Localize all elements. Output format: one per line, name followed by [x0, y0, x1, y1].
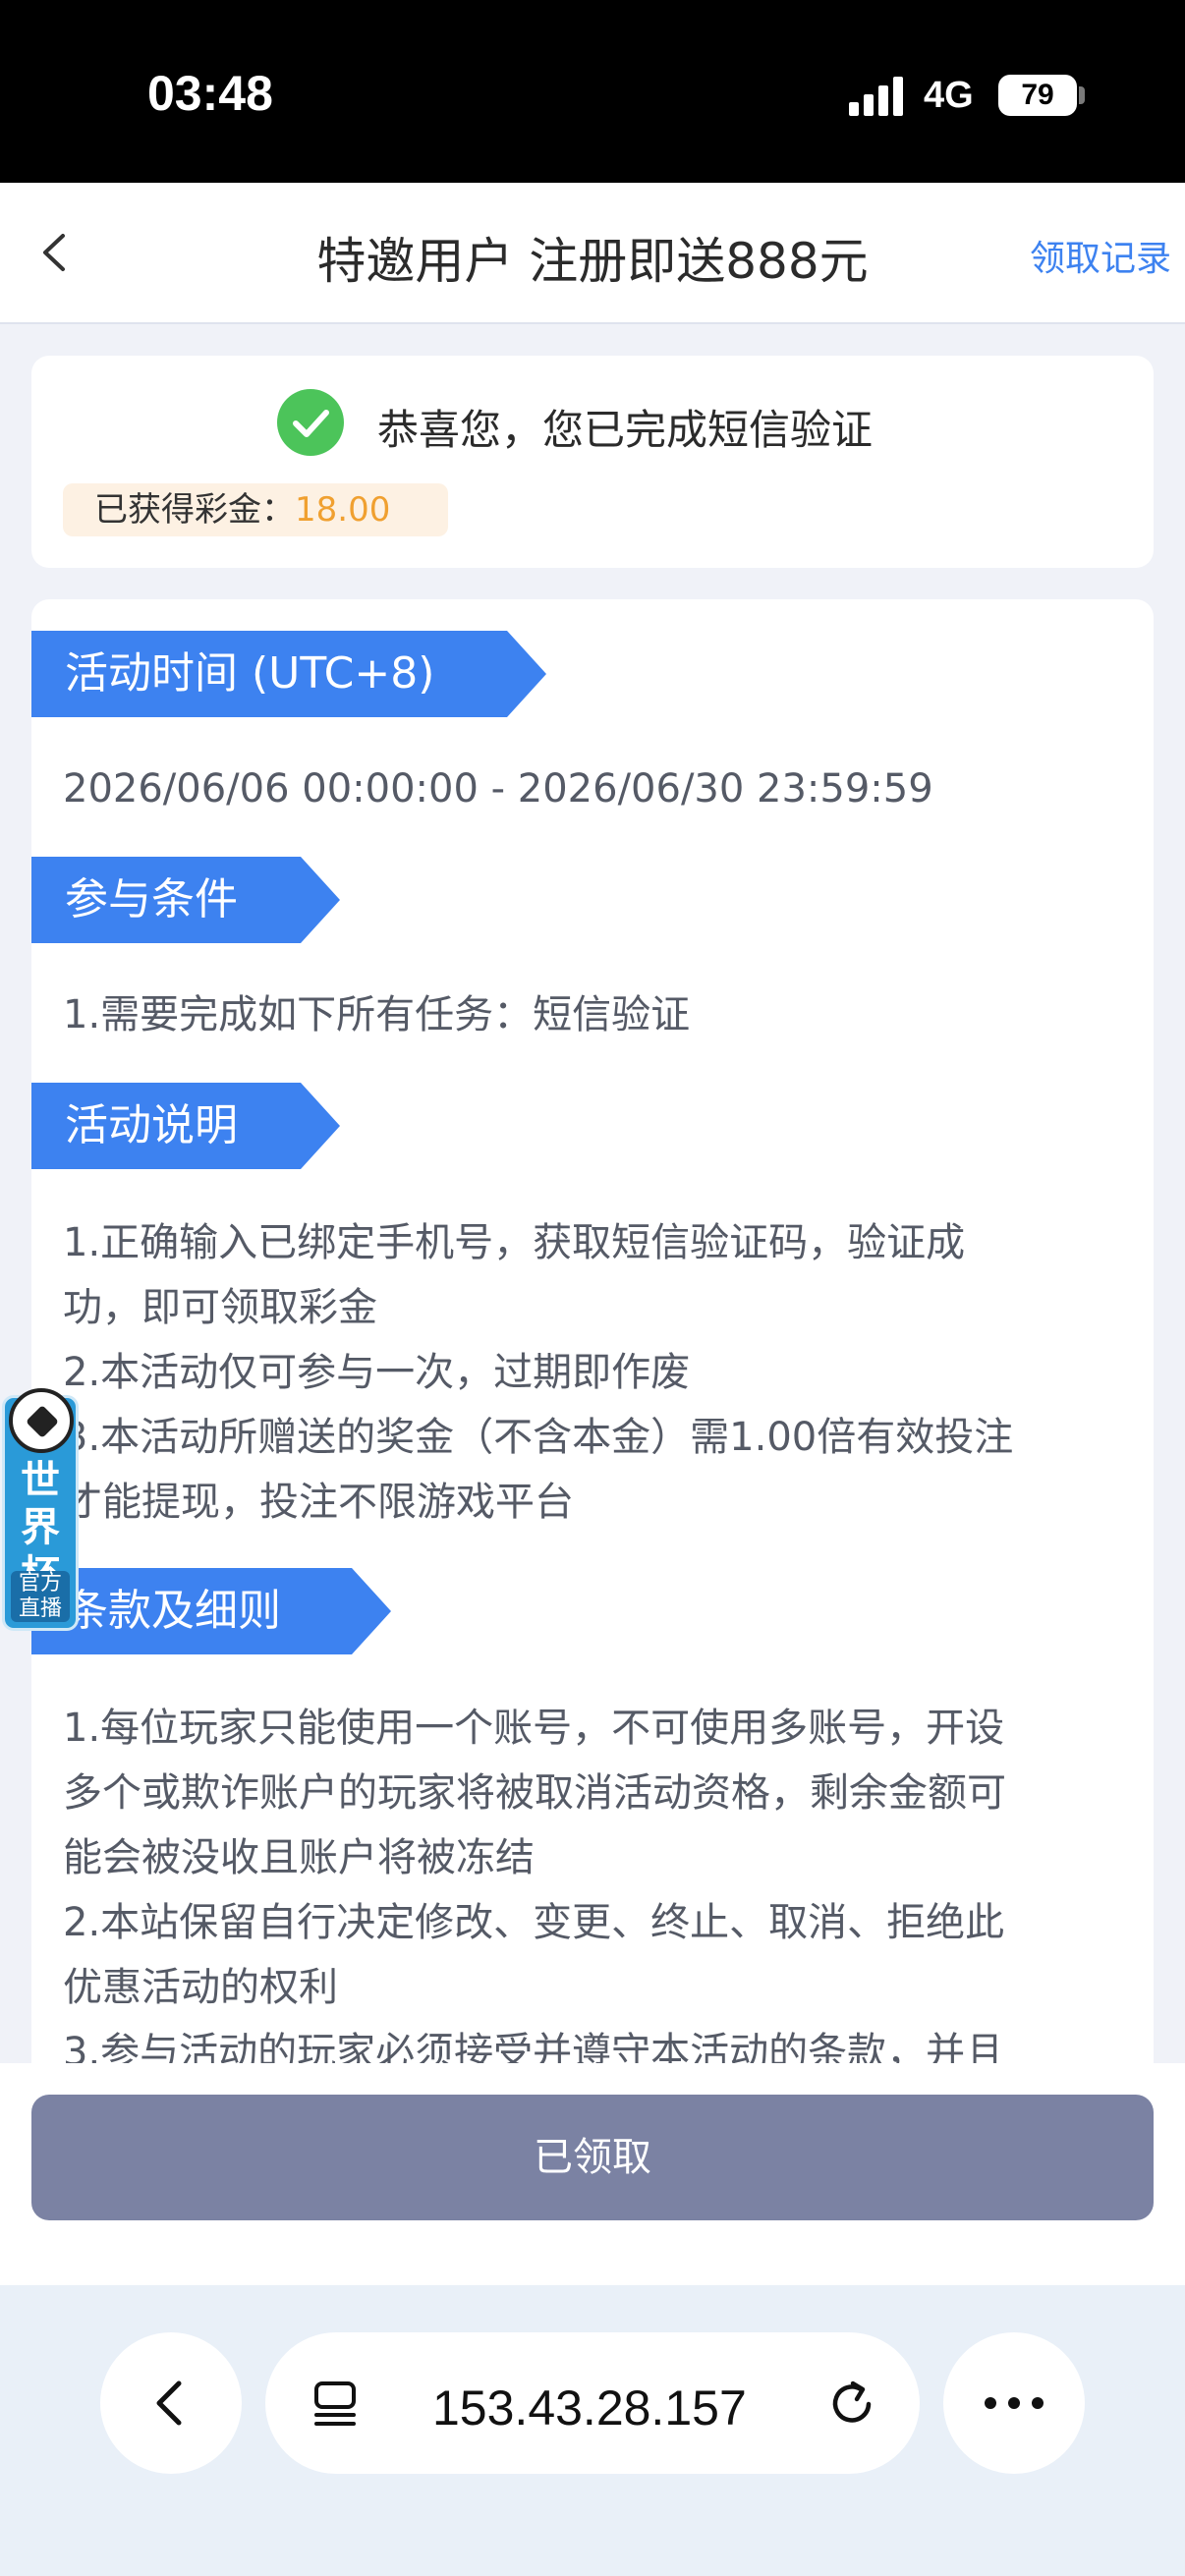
- status-time: 03:48: [147, 66, 273, 121]
- terms-line: 能会被没收且账户将被冻结: [63, 1835, 535, 1880]
- success-message: 恭喜您，您已完成短信验证: [377, 406, 874, 454]
- reload-icon[interactable]: [825, 2378, 878, 2431]
- description-text: 1.正确输入已绑定手机号，获取短信验证码，验证成 功，即可领取彩金 2.本活动仅…: [63, 1210, 1118, 1535]
- battery-icon: 79: [998, 75, 1077, 116]
- bonus-value: 18.00: [295, 490, 391, 530]
- network-type: 4G: [924, 75, 974, 116]
- tab-overview-icon[interactable]: [312, 2380, 362, 2429]
- page-title: 特邀用户 注册即送888元: [316, 233, 869, 290]
- description-line: 2.本活动仅可参与一次，过期即作废: [63, 1350, 691, 1395]
- section-tag-time: 活动时间 (UTC+8): [31, 631, 546, 717]
- description-line: 1.正确输入已绑定手机号，获取短信验证码，验证成: [63, 1220, 966, 1265]
- section-tag-terms: 条款及细则: [31, 1568, 391, 1654]
- claim-record-link[interactable]: 领取记录: [1030, 230, 1171, 281]
- status-bar: 03:48 4G 79: [0, 0, 1185, 183]
- claimed-button[interactable]: 已领取: [31, 2095, 1154, 2220]
- verification-success-card: 恭喜您，您已完成短信验证 已获得彩金：18.00: [31, 356, 1154, 568]
- terms-line: 优惠活动的权利: [63, 1965, 338, 2010]
- section-tag-conditions: 参与条件: [31, 857, 340, 943]
- soccer-ball-icon: [9, 1388, 74, 1453]
- more-dots-icon: [985, 2397, 1044, 2409]
- address-bar[interactable]: 153.43.28.157: [265, 2332, 920, 2474]
- bonus-label: 已获得彩金：: [94, 490, 295, 530]
- page-header: 特邀用户 注册即送888元 领取记录: [0, 183, 1185, 324]
- browser-toolbar: 153.43.28.157: [0, 2285, 1185, 2576]
- url-text[interactable]: 153.43.28.157: [432, 2380, 747, 2436]
- conditions-text: 1.需要完成如下所有任务：短信验证: [63, 992, 691, 1037]
- activity-info-card: 活动时间 (UTC+8) 2026/06/06 00:00:00 - 2026/…: [31, 599, 1154, 2073]
- world-cup-live-badge[interactable]: 世界杯 官方直播: [2, 1388, 79, 1631]
- battery-tip: [1079, 86, 1085, 104]
- signal-icon: [849, 77, 906, 116]
- claim-area: 已领取: [0, 2063, 1185, 2285]
- chevron-left-icon: [156, 2380, 182, 2426]
- world-cup-subtitle: 官方直播: [11, 1571, 70, 1622]
- terms-line: 2.本站保留自行决定修改、变更、终止、取消、拒绝此: [63, 1900, 1005, 1945]
- check-circle-icon: [277, 389, 344, 456]
- more-options-button[interactable]: [943, 2332, 1085, 2474]
- description-line: 功，即可领取彩金: [63, 1285, 377, 1330]
- description-line: 3.本活动所赠送的奖金（不含本金）需1.00倍有效投注: [63, 1415, 1014, 1460]
- terms-line: 多个或欺诈账户的玩家将被取消活动资格，剩余金额可: [63, 1770, 1006, 1816]
- section-tag-description: 活动说明: [31, 1083, 340, 1169]
- activity-time-text: 2026/06/06 00:00:00 - 2026/06/30 23:59:5…: [63, 766, 933, 812]
- bonus-badge: 已获得彩金：18.00: [63, 483, 448, 536]
- browser-back-button[interactable]: [100, 2332, 242, 2474]
- description-line: 才能提现，投注不限游戏平台: [63, 1480, 574, 1525]
- terms-line: 1.每位玩家只能使用一个账号，不可使用多账号，开设: [63, 1706, 1005, 1751]
- terms-text: 1.每位玩家只能使用一个账号，不可使用多账号，开设 多个或欺诈账户的玩家将被取消…: [63, 1696, 1118, 2073]
